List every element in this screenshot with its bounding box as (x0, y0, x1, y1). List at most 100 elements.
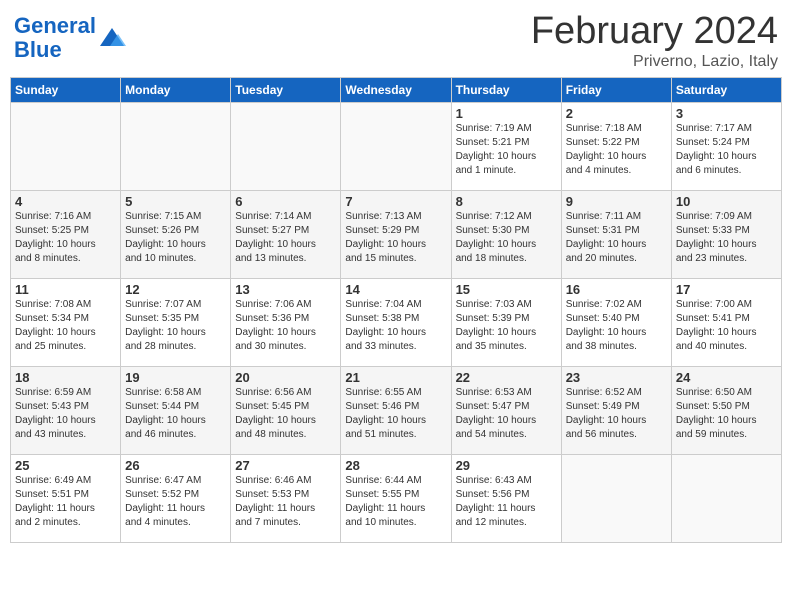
weekday-header-saturday: Saturday (671, 78, 781, 103)
day-info: Sunrise: 6:59 AM Sunset: 5:43 PM Dayligh… (15, 386, 116, 442)
calendar-cell: 10Sunrise: 7:09 AM Sunset: 5:33 PM Dayli… (671, 191, 781, 279)
calendar-week-row: 11Sunrise: 7:08 AM Sunset: 5:34 PM Dayli… (11, 279, 782, 367)
calendar-cell: 18Sunrise: 6:59 AM Sunset: 5:43 PM Dayli… (11, 367, 121, 455)
day-info: Sunrise: 7:14 AM Sunset: 5:27 PM Dayligh… (235, 210, 336, 266)
day-info: Sunrise: 7:18 AM Sunset: 5:22 PM Dayligh… (566, 122, 667, 178)
day-info: Sunrise: 6:43 AM Sunset: 5:56 PM Dayligh… (456, 474, 557, 530)
day-number: 25 (15, 458, 116, 473)
logo: General Blue (14, 14, 126, 62)
day-info: Sunrise: 7:00 AM Sunset: 5:41 PM Dayligh… (676, 298, 777, 354)
calendar-cell: 3Sunrise: 7:17 AM Sunset: 5:24 PM Daylig… (671, 103, 781, 191)
calendar-cell: 28Sunrise: 6:44 AM Sunset: 5:55 PM Dayli… (341, 455, 451, 543)
logo-general: General (14, 13, 96, 38)
day-info: Sunrise: 6:44 AM Sunset: 5:55 PM Dayligh… (345, 474, 446, 530)
calendar-cell: 20Sunrise: 6:56 AM Sunset: 5:45 PM Dayli… (231, 367, 341, 455)
weekday-header-tuesday: Tuesday (231, 78, 341, 103)
day-number: 27 (235, 458, 336, 473)
calendar-cell: 17Sunrise: 7:00 AM Sunset: 5:41 PM Dayli… (671, 279, 781, 367)
calendar-cell: 4Sunrise: 7:16 AM Sunset: 5:25 PM Daylig… (11, 191, 121, 279)
calendar-cell (561, 455, 671, 543)
day-info: Sunrise: 7:17 AM Sunset: 5:24 PM Dayligh… (676, 122, 777, 178)
day-number: 17 (676, 282, 777, 297)
day-info: Sunrise: 6:53 AM Sunset: 5:47 PM Dayligh… (456, 386, 557, 442)
day-info: Sunrise: 7:04 AM Sunset: 5:38 PM Dayligh… (345, 298, 446, 354)
logo-blue: Blue (14, 37, 62, 62)
calendar-cell: 24Sunrise: 6:50 AM Sunset: 5:50 PM Dayli… (671, 367, 781, 455)
day-number: 11 (15, 282, 116, 297)
day-info: Sunrise: 7:15 AM Sunset: 5:26 PM Dayligh… (125, 210, 226, 266)
day-number: 24 (676, 370, 777, 385)
calendar-cell: 21Sunrise: 6:55 AM Sunset: 5:46 PM Dayli… (341, 367, 451, 455)
day-info: Sunrise: 6:47 AM Sunset: 5:52 PM Dayligh… (125, 474, 226, 530)
day-number: 1 (456, 106, 557, 121)
calendar-week-row: 18Sunrise: 6:59 AM Sunset: 5:43 PM Dayli… (11, 367, 782, 455)
calendar-cell: 9Sunrise: 7:11 AM Sunset: 5:31 PM Daylig… (561, 191, 671, 279)
day-info: Sunrise: 6:50 AM Sunset: 5:50 PM Dayligh… (676, 386, 777, 442)
day-info: Sunrise: 7:08 AM Sunset: 5:34 PM Dayligh… (15, 298, 116, 354)
day-info: Sunrise: 7:06 AM Sunset: 5:36 PM Dayligh… (235, 298, 336, 354)
calendar-cell: 5Sunrise: 7:15 AM Sunset: 5:26 PM Daylig… (121, 191, 231, 279)
calendar-cell: 22Sunrise: 6:53 AM Sunset: 5:47 PM Dayli… (451, 367, 561, 455)
calendar-cell: 12Sunrise: 7:07 AM Sunset: 5:35 PM Dayli… (121, 279, 231, 367)
calendar-cell: 2Sunrise: 7:18 AM Sunset: 5:22 PM Daylig… (561, 103, 671, 191)
calendar-cell: 6Sunrise: 7:14 AM Sunset: 5:27 PM Daylig… (231, 191, 341, 279)
logo-icon (98, 24, 126, 52)
calendar-cell (341, 103, 451, 191)
day-number: 5 (125, 194, 226, 209)
calendar-cell: 7Sunrise: 7:13 AM Sunset: 5:29 PM Daylig… (341, 191, 451, 279)
day-info: Sunrise: 7:02 AM Sunset: 5:40 PM Dayligh… (566, 298, 667, 354)
day-number: 12 (125, 282, 226, 297)
calendar-table: SundayMondayTuesdayWednesdayThursdayFrid… (10, 77, 782, 543)
day-info: Sunrise: 7:09 AM Sunset: 5:33 PM Dayligh… (676, 210, 777, 266)
day-number: 10 (676, 194, 777, 209)
day-info: Sunrise: 6:49 AM Sunset: 5:51 PM Dayligh… (15, 474, 116, 530)
weekday-header-thursday: Thursday (451, 78, 561, 103)
day-number: 8 (456, 194, 557, 209)
calendar-cell: 19Sunrise: 6:58 AM Sunset: 5:44 PM Dayli… (121, 367, 231, 455)
day-info: Sunrise: 6:46 AM Sunset: 5:53 PM Dayligh… (235, 474, 336, 530)
day-number: 13 (235, 282, 336, 297)
day-info: Sunrise: 7:03 AM Sunset: 5:39 PM Dayligh… (456, 298, 557, 354)
day-number: 9 (566, 194, 667, 209)
day-info: Sunrise: 7:13 AM Sunset: 5:29 PM Dayligh… (345, 210, 446, 266)
weekday-header-sunday: Sunday (11, 78, 121, 103)
day-info: Sunrise: 7:19 AM Sunset: 5:21 PM Dayligh… (456, 122, 557, 178)
day-number: 16 (566, 282, 667, 297)
calendar-cell (121, 103, 231, 191)
day-info: Sunrise: 6:56 AM Sunset: 5:45 PM Dayligh… (235, 386, 336, 442)
weekday-header-row: SundayMondayTuesdayWednesdayThursdayFrid… (11, 78, 782, 103)
day-number: 21 (345, 370, 446, 385)
day-info: Sunrise: 6:58 AM Sunset: 5:44 PM Dayligh… (125, 386, 226, 442)
calendar-cell: 15Sunrise: 7:03 AM Sunset: 5:39 PM Dayli… (451, 279, 561, 367)
day-number: 29 (456, 458, 557, 473)
day-number: 3 (676, 106, 777, 121)
day-number: 19 (125, 370, 226, 385)
day-number: 20 (235, 370, 336, 385)
day-number: 22 (456, 370, 557, 385)
weekday-header-friday: Friday (561, 78, 671, 103)
calendar-cell (671, 455, 781, 543)
day-info: Sunrise: 7:12 AM Sunset: 5:30 PM Dayligh… (456, 210, 557, 266)
title-area: February 2024 Priverno, Lazio, Italy (531, 10, 778, 71)
calendar-week-row: 1Sunrise: 7:19 AM Sunset: 5:21 PM Daylig… (11, 103, 782, 191)
day-number: 28 (345, 458, 446, 473)
day-number: 4 (15, 194, 116, 209)
weekday-header-monday: Monday (121, 78, 231, 103)
weekday-header-wednesday: Wednesday (341, 78, 451, 103)
calendar-cell: 16Sunrise: 7:02 AM Sunset: 5:40 PM Dayli… (561, 279, 671, 367)
calendar-cell: 11Sunrise: 7:08 AM Sunset: 5:34 PM Dayli… (11, 279, 121, 367)
calendar-cell: 25Sunrise: 6:49 AM Sunset: 5:51 PM Dayli… (11, 455, 121, 543)
day-number: 18 (15, 370, 116, 385)
day-number: 6 (235, 194, 336, 209)
day-info: Sunrise: 6:52 AM Sunset: 5:49 PM Dayligh… (566, 386, 667, 442)
calendar-cell: 27Sunrise: 6:46 AM Sunset: 5:53 PM Dayli… (231, 455, 341, 543)
day-info: Sunrise: 7:07 AM Sunset: 5:35 PM Dayligh… (125, 298, 226, 354)
calendar-cell: 8Sunrise: 7:12 AM Sunset: 5:30 PM Daylig… (451, 191, 561, 279)
calendar-cell: 23Sunrise: 6:52 AM Sunset: 5:49 PM Dayli… (561, 367, 671, 455)
day-number: 23 (566, 370, 667, 385)
calendar-cell: 13Sunrise: 7:06 AM Sunset: 5:36 PM Dayli… (231, 279, 341, 367)
calendar-cell: 26Sunrise: 6:47 AM Sunset: 5:52 PM Dayli… (121, 455, 231, 543)
header: General Blue February 2024 Priverno, Laz… (10, 10, 782, 71)
calendar-cell: 14Sunrise: 7:04 AM Sunset: 5:38 PM Dayli… (341, 279, 451, 367)
day-number: 14 (345, 282, 446, 297)
